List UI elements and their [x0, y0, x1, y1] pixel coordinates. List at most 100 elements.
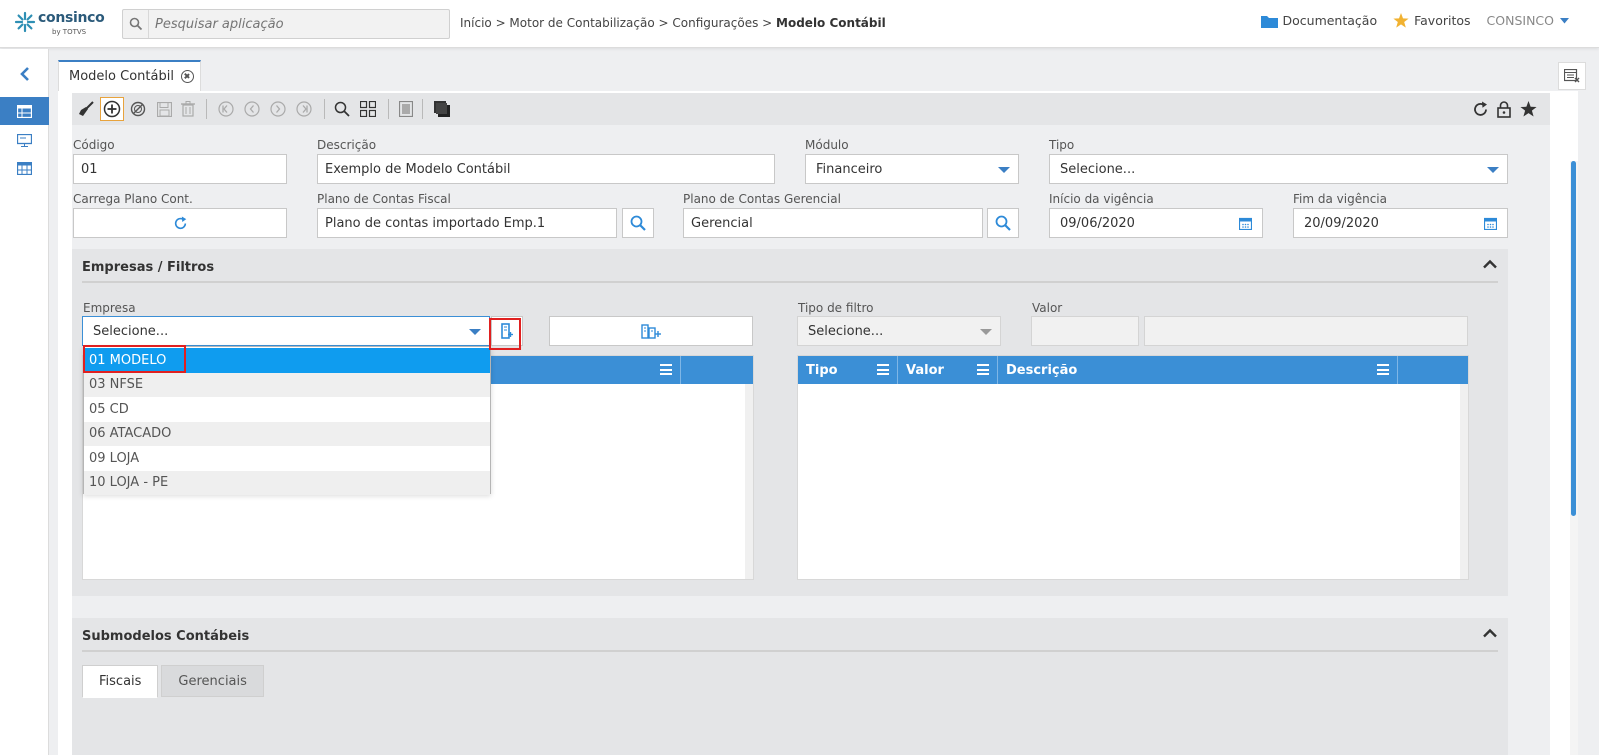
tab-label: Fiscais — [99, 674, 142, 689]
broom-icon — [79, 101, 94, 116]
user-menu[interactable]: CONSINCO — [1487, 13, 1569, 28]
plano-fiscal-field[interactable]: Plano de contas importado Emp.1 — [317, 208, 617, 238]
next-record-button[interactable] — [266, 97, 290, 121]
calendar-icon[interactable] — [1484, 217, 1497, 230]
section-title: Empresas / Filtros — [82, 260, 215, 275]
logo-subtext: by TOTVS — [52, 28, 87, 36]
toolbar-separator — [206, 99, 207, 119]
grid-view-button[interactable] — [356, 97, 380, 121]
dropdown-option[interactable]: 06 ATACADO — [84, 421, 490, 446]
column-header-tipo[interactable]: Tipo — [798, 356, 898, 384]
trash-icon — [181, 101, 195, 117]
chevron-up-icon[interactable] — [1482, 259, 1498, 269]
refresh-icon — [174, 215, 186, 229]
dropdown-option[interactable]: 09 LOJA — [84, 446, 490, 471]
tab-gerenciais[interactable]: Gerenciais — [161, 665, 264, 697]
sidebar-item-calendar[interactable] — [0, 154, 49, 182]
grid-icon — [360, 101, 376, 117]
monitor-icon — [17, 133, 32, 147]
column-menu-icon[interactable] — [660, 364, 672, 375]
fim-vigencia-field[interactable]: 20/09/2020 — [1293, 208, 1508, 238]
previous-record-button[interactable] — [240, 97, 264, 121]
documentation-link[interactable]: Documentação — [1260, 13, 1378, 28]
codigo-field[interactable]: 01 — [73, 154, 287, 184]
last-icon — [296, 101, 312, 117]
collapse-sidebar-button[interactable] — [0, 60, 49, 88]
lock-button[interactable] — [1492, 97, 1516, 121]
delete-button[interactable] — [176, 97, 200, 121]
plano-gerencial-field[interactable]: Gerencial — [683, 208, 983, 238]
refresh-icon — [1473, 101, 1487, 116]
column-menu-icon[interactable] — [977, 364, 989, 375]
tipo-select[interactable]: Selecione... — [1049, 154, 1508, 184]
calendar-grid-icon — [17, 161, 32, 175]
modulo-select[interactable]: Financeiro — [805, 154, 1019, 184]
carrega-plano-button[interactable] — [73, 208, 287, 238]
first-icon — [218, 101, 234, 117]
first-record-button[interactable] — [214, 97, 238, 121]
clear-button[interactable] — [74, 97, 98, 121]
breadcrumb-path[interactable]: Início > Motor de Contabilização > Confi… — [460, 16, 776, 30]
grid-scrollbar[interactable] — [745, 384, 753, 579]
valor-field[interactable] — [1031, 316, 1139, 346]
top-bar: consinco by TOTVS Início > Motor de Cont… — [0, 0, 1599, 48]
valor-label: Valor — [1032, 301, 1063, 315]
empresas-grid-column-extra — [681, 356, 753, 384]
close-all-tabs-button[interactable] — [1558, 62, 1586, 90]
save-button[interactable] — [152, 97, 176, 121]
page-scrollbar[interactable] — [1570, 161, 1578, 755]
empresa-label: Empresa — [83, 301, 136, 315]
search-input[interactable] — [155, 15, 435, 33]
descricao-field[interactable]: Exemplo de Modelo Contábil — [317, 154, 775, 184]
chevron-up-icon[interactable] — [1482, 628, 1498, 638]
sidebar-item-table[interactable] — [0, 97, 49, 125]
column-label: Tipo — [806, 362, 838, 378]
sidebar-item-monitor[interactable] — [0, 126, 49, 154]
page-scrollbar-thumb[interactable] — [1571, 161, 1576, 516]
grid-scrollbar[interactable] — [1460, 384, 1468, 579]
add-empresa-button[interactable] — [491, 316, 523, 346]
last-record-button[interactable] — [292, 97, 316, 121]
tab-fiscais[interactable]: Fiscais — [82, 665, 159, 698]
logo-mark-icon — [14, 11, 36, 33]
dropdown-option[interactable]: 01 MODELO — [84, 348, 490, 373]
buildings-icon — [641, 324, 661, 339]
favorites-link[interactable]: Favoritos — [1393, 13, 1471, 28]
plano-gerencial-search-button[interactable] — [987, 208, 1019, 238]
calendar-icon[interactable] — [1239, 217, 1252, 230]
plano-gerencial-label: Plano de Contas Gerencial — [683, 192, 841, 206]
column-header-valor[interactable]: Valor — [898, 356, 998, 384]
column-label: Valor — [906, 362, 944, 378]
dropdown-option[interactable]: 10 LOJA - PE — [84, 470, 490, 495]
search-icon[interactable] — [123, 10, 149, 38]
copy-button[interactable] — [430, 97, 454, 121]
empresa-dropdown-list: 01 MODELO 03 NFSE 05 CD 06 ATACADO 09 LO… — [83, 346, 491, 495]
folder-icon — [1260, 15, 1278, 28]
magnifier-icon — [334, 101, 350, 117]
caret-down-icon — [469, 329, 481, 335]
tipo-filtro-select[interactable]: Selecione... — [797, 316, 1001, 346]
dropdown-option[interactable]: 03 NFSE — [84, 372, 490, 397]
dropdown-option[interactable]: 05 CD — [84, 397, 490, 422]
cancel-button[interactable] — [126, 97, 150, 121]
documentation-label: Documentação — [1282, 13, 1378, 28]
tab-modelo-contabil[interactable]: Modelo Contábil — [58, 60, 201, 91]
close-tab-icon[interactable] — [180, 70, 194, 83]
refresh-button[interactable] — [1468, 97, 1492, 121]
inicio-vigencia-field[interactable]: 09/06/2020 — [1049, 208, 1263, 238]
add-all-empresas-button[interactable] — [549, 316, 753, 346]
column-menu-icon[interactable] — [1377, 364, 1389, 375]
favorite-button[interactable] — [1516, 97, 1540, 121]
option-label: 09 LOJA — [89, 450, 140, 466]
plano-fiscal-search-button[interactable] — [622, 208, 654, 238]
column-header-descricao[interactable]: Descrição — [998, 356, 1398, 384]
new-record-button[interactable] — [100, 97, 124, 121]
search-record-button[interactable] — [330, 97, 354, 121]
empresa-select[interactable]: Selecione... — [82, 316, 490, 346]
column-menu-icon[interactable] — [877, 364, 889, 375]
document-button[interactable] — [394, 97, 418, 121]
valor-descricao-field[interactable] — [1144, 316, 1468, 346]
modulo-value: Financeiro — [816, 161, 883, 177]
consinco-logo[interactable]: consinco by TOTVS — [14, 9, 105, 41]
window-list-icon — [1564, 69, 1580, 83]
